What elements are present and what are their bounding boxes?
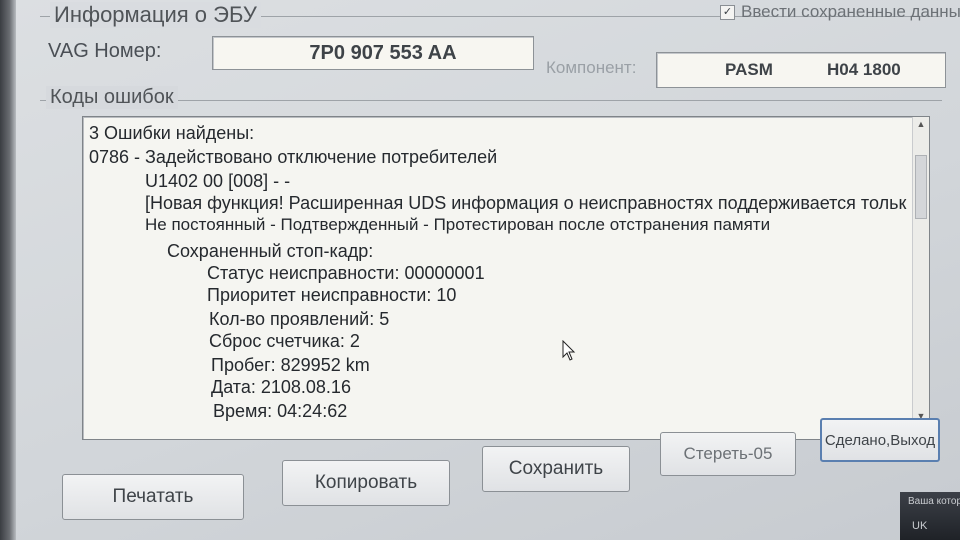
check-mark-icon: ✓ (722, 5, 733, 18)
component-label: Компонент: (546, 58, 637, 77)
freeze-frame-line: Кол-во проявлений: 5 (209, 309, 390, 329)
component-field: PASM H04 1800 (656, 52, 946, 88)
vag-number-field: 7P0 907 553 AA (212, 36, 534, 70)
fault-detail-line: Не постоянный - Подтвержденный - Протест… (145, 215, 771, 234)
taskbar-tray: Ваша котора UK (900, 492, 960, 540)
fault-codes-group-title: Коды ошибок (46, 86, 178, 109)
freeze-frame-line: Приоритет неисправности: 10 (207, 285, 457, 305)
vag-number-value: 7P0 907 553 AA (309, 41, 457, 64)
fault-count-line: 3 Ошибки найдены: (89, 123, 255, 143)
fault-codes-window: Информация о ЭБУ ✓ Ввести сохраненные да… (0, 0, 960, 540)
saved-data-checkbox[interactable]: ✓ (720, 4, 735, 20)
scroll-up-arrow-icon[interactable]: ▲ (913, 117, 929, 131)
fault-codes-scrollbar[interactable]: ▲ ▼ (912, 117, 929, 439)
freeze-frame-title: Сохраненный стоп-кадр: (167, 241, 374, 261)
print-button[interactable]: Печатать (62, 474, 244, 520)
fault-detail-line: U1402 00 [008] - - (145, 171, 291, 191)
freeze-frame-line: Сброс счетчика: 2 (209, 331, 360, 351)
fault-code-line: 0786 - Задействовано отключение потребит… (89, 147, 498, 167)
fault-detail-line: [Новая функция! Расширенная UDS информац… (145, 193, 907, 213)
scroll-thumb[interactable] (915, 155, 927, 219)
vag-number-label: VAG Номер: (48, 40, 162, 62)
freeze-frame-line: Дата: 2108.08.16 (211, 377, 351, 397)
component-name: PASM (725, 60, 773, 79)
fault-codes-list[interactable]: 3 Ошибки найдены: 0786 - Задействовано о… (82, 116, 930, 440)
freeze-frame-line: Статус неисправности: 00000001 (207, 263, 485, 283)
saved-data-label: Ввести сохраненные данные (741, 2, 960, 21)
copy-button[interactable]: Копировать (282, 460, 450, 506)
done-exit-button[interactable]: Сделано,Выход (820, 418, 940, 462)
save-button[interactable]: Сохранить (482, 446, 630, 492)
component-version: H04 1800 (827, 60, 901, 79)
language-indicator[interactable]: UK (912, 520, 927, 532)
saved-data-checkbox-row[interactable]: ✓ Ввести сохраненные данные (720, 2, 960, 22)
clear-codes-button[interactable]: Стереть-05 (660, 432, 796, 476)
tray-text: Ваша котора (908, 496, 960, 507)
freeze-frame-line: Время: 04:24:62 (213, 401, 348, 421)
window-edge (0, 0, 16, 540)
freeze-frame-line: Пробег: 829952 km (211, 355, 370, 375)
ecu-info-group-title: Информация о ЭБУ (50, 2, 261, 28)
mouse-cursor-icon (562, 340, 576, 361)
